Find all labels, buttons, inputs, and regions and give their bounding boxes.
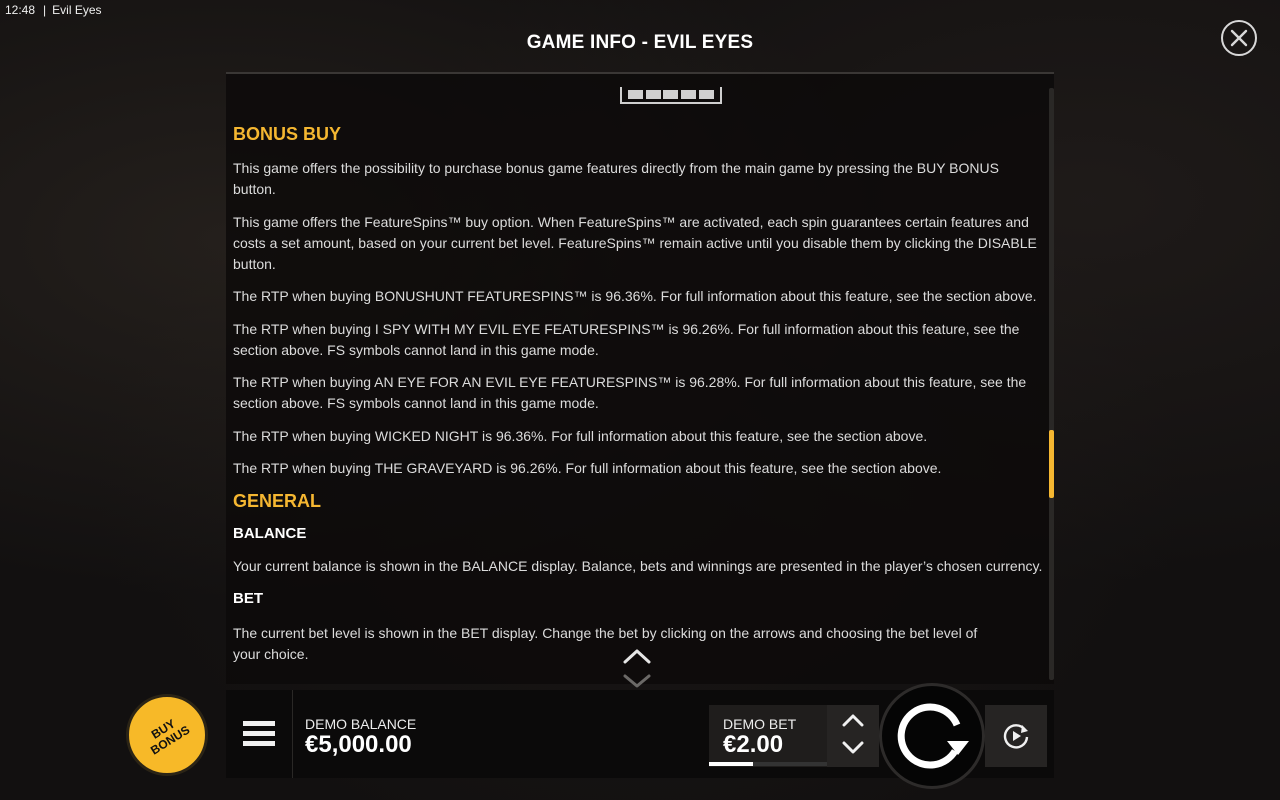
scroll-down-icon[interactable] (622, 672, 652, 690)
menu-button[interactable] (226, 690, 293, 778)
page-title: GAME INFO - EVIL EYES (526, 32, 754, 53)
subheading-balance: BALANCE (233, 525, 307, 542)
status-separator: | (43, 3, 47, 17)
status-time: 12:48 (5, 3, 36, 17)
section-heading-bonus-buy: BONUS BUY (233, 124, 342, 144)
buy-bonus-label: BUY BONUS (135, 708, 200, 762)
bet-level-fill (709, 762, 753, 766)
paragraph: The RTP when buying WICKED NIGHT is 96.3… (233, 428, 928, 444)
bet-label: DEMO BET (723, 716, 797, 732)
paragraph: This game offers the possibility to purc… (233, 160, 999, 197)
symbol-cell (645, 90, 661, 99)
subheading-bet: BET (233, 590, 263, 607)
paragraph: This game offers the FeatureSpins™ buy o… (233, 214, 1037, 272)
info-content: BONUS BUY This game offers the possibili… (233, 124, 1045, 665)
spin-button[interactable] (879, 683, 985, 789)
autoplay-icon (1003, 724, 1029, 749)
symbol-strip-icon (620, 87, 722, 104)
close-icon (1230, 29, 1248, 47)
autoplay-button[interactable] (985, 705, 1047, 767)
buy-bonus-button[interactable]: BUY BONUS (126, 694, 208, 776)
symbol-cell (699, 90, 715, 99)
scrollbar-thumb[interactable] (1049, 430, 1054, 498)
status-app-name: Evil Eyes (52, 3, 102, 17)
paragraph: The current bet level is shown in the BE… (233, 625, 978, 662)
scrollbar-track[interactable] (1049, 88, 1054, 680)
symbol-cell (681, 90, 697, 99)
close-button[interactable] (1221, 20, 1257, 56)
scroll-up-icon[interactable] (622, 646, 652, 666)
symbol-cell (627, 90, 643, 99)
paragraph: The RTP when buying BONUSHUNT FEATURESPI… (233, 288, 1037, 304)
section-heading-general: GENERAL (233, 491, 322, 511)
bet-increase-button[interactable] (842, 712, 864, 728)
paragraph: The RTP when buying THE GRAVEYARD is 96.… (233, 460, 942, 476)
status-bar: 12:48 | Evil Eyes (0, 0, 102, 20)
bet-value: €2.00 (723, 731, 784, 758)
paragraph: The RTP when buying AN EYE FOR AN EVIL E… (233, 374, 1027, 411)
paragraph: The RTP when buying I SPY WITH MY EVIL E… (233, 321, 1020, 358)
paragraph: Your current balance is shown in the BAL… (233, 558, 1043, 574)
symbol-cell (663, 90, 679, 99)
spin-icon (897, 703, 969, 769)
hamburger-menu-icon (243, 721, 275, 746)
bet-decrease-button[interactable] (842, 740, 864, 756)
balance-label: DEMO BALANCE (305, 716, 417, 732)
balance-value: €5,000.00 (305, 731, 412, 758)
